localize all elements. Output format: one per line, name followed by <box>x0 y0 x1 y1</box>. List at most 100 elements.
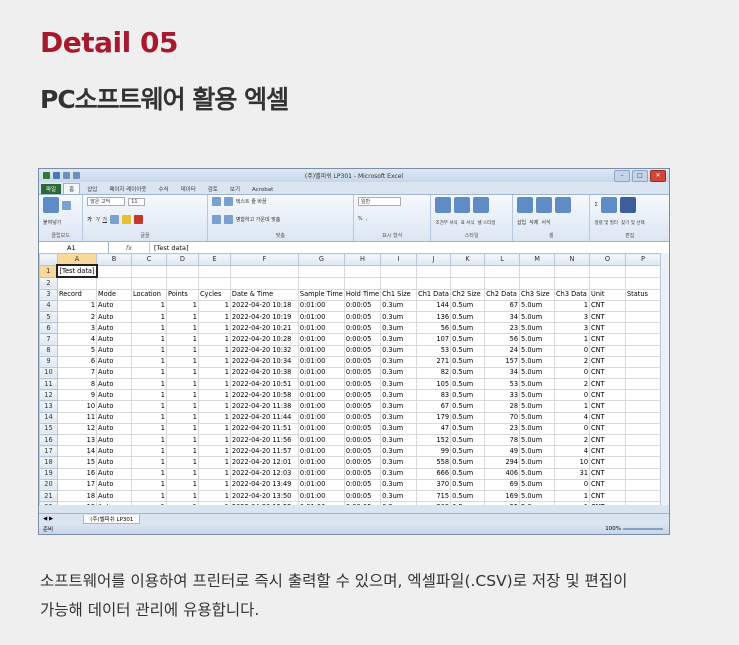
cell[interactable]: 2022-04-20 10:19 <box>229 310 299 324</box>
cell[interactable]: CNT <box>589 489 626 503</box>
cell[interactable]: 0.5um <box>450 411 486 424</box>
row-header[interactable]: 10 <box>39 366 58 380</box>
row-header[interactable]: 18 <box>39 456 58 469</box>
cell[interactable] <box>519 276 556 290</box>
cell[interactable] <box>624 422 661 436</box>
cell[interactable]: CNT <box>589 344 626 357</box>
cell[interactable]: 1 <box>131 433 167 447</box>
format-cell-icon[interactable] <box>554 197 571 213</box>
cell[interactable]: Hold Time <box>343 288 382 301</box>
cell[interactable]: 0.5um <box>450 445 486 458</box>
cell[interactable] <box>589 276 626 290</box>
cell[interactable]: 5.0um <box>519 355 556 368</box>
cell[interactable]: 1 <box>197 467 231 480</box>
cell[interactable]: 0:01:00 <box>297 422 345 436</box>
cell[interactable] <box>131 264 167 278</box>
cell[interactable] <box>624 322 661 335</box>
cell[interactable]: 2022-04-20 10:21 <box>229 322 299 335</box>
cell[interactable]: 0.5um <box>450 467 486 480</box>
italic-button[interactable]: 가 <box>95 216 100 223</box>
cell[interactable]: 294 <box>484 456 521 469</box>
cell[interactable]: 169 <box>484 489 521 503</box>
row-header[interactable]: 19 <box>39 467 58 480</box>
cell[interactable] <box>624 433 661 447</box>
cell[interactable]: 406 <box>484 467 521 480</box>
cell[interactable]: 1 <box>197 433 231 447</box>
row-header[interactable]: 17 <box>39 445 58 458</box>
cell[interactable]: 9 <box>56 389 98 402</box>
cell[interactable]: 2022-04-20 10:18 <box>229 299 299 312</box>
sort-filter-icon[interactable] <box>600 197 617 213</box>
font-name-select[interactable]: 맑은 고딕 <box>87 197 126 206</box>
row-header[interactable]: 16 <box>39 433 58 447</box>
wrap-text-button[interactable]: 텍스트 줄 바꿈 <box>236 198 267 205</box>
cell[interactable]: 53 <box>416 344 452 357</box>
cell[interactable]: 105 <box>416 378 452 391</box>
cell[interactable]: Auto <box>96 433 132 447</box>
cell[interactable]: Auto <box>96 378 132 391</box>
cell[interactable]: CNT <box>589 478 626 491</box>
cell[interactable]: 1 <box>165 501 199 505</box>
cell[interactable]: 28 <box>484 400 521 413</box>
align-top-icon[interactable] <box>211 197 221 206</box>
cell[interactable]: Ch1 Data <box>416 288 452 301</box>
cell[interactable]: CNT <box>589 411 626 424</box>
cell[interactable] <box>624 501 661 505</box>
cell[interactable]: 0:01:00 <box>297 366 345 380</box>
cell[interactable]: CNT <box>589 467 626 480</box>
cell[interactable]: 0:00:05 <box>343 400 382 413</box>
vertical-scrollbar[interactable] <box>660 253 669 505</box>
column-header[interactable]: M <box>519 253 556 266</box>
cell[interactable]: 0:01:00 <box>297 456 345 469</box>
cell[interactable]: 136 <box>416 310 452 324</box>
cell[interactable]: 18 <box>56 489 98 503</box>
cell[interactable]: 1 <box>197 366 231 380</box>
cell[interactable]: 0.3um <box>380 489 418 503</box>
column-header[interactable]: K <box>450 253 486 266</box>
cell[interactable]: 14 <box>56 445 98 458</box>
cell[interactable]: 1 <box>197 389 231 402</box>
cell[interactable]: Auto <box>96 501 132 505</box>
font-size-select[interactable]: 11 <box>128 197 145 206</box>
cell[interactable]: CNT <box>589 333 626 346</box>
cell[interactable]: 1 <box>165 422 199 436</box>
cell[interactable]: Auto <box>96 456 132 469</box>
tab-view[interactable]: 보기 <box>225 184 245 194</box>
cell[interactable]: 2 <box>554 355 591 368</box>
cell[interactable]: 0.5um <box>450 355 486 368</box>
align-left-icon[interactable] <box>211 214 221 224</box>
cell[interactable]: 2022-04-20 10:34 <box>229 355 299 368</box>
cell[interactable]: 0.5um <box>450 366 486 380</box>
cell[interactable]: Unit <box>589 288 626 301</box>
cell[interactable]: 0 <box>554 344 591 357</box>
row-header[interactable]: 12 <box>39 389 58 402</box>
cell[interactable]: 1 <box>56 299 98 312</box>
row-header[interactable]: 6 <box>39 322 58 335</box>
cell[interactable]: 0:00:05 <box>343 344 382 357</box>
autosum-icon[interactable]: Σ <box>594 202 597 208</box>
cell[interactable]: 1 <box>197 445 231 458</box>
cell[interactable]: 82 <box>416 366 452 380</box>
cell[interactable]: 179 <box>416 411 452 424</box>
cell[interactable] <box>131 276 167 290</box>
comma-button[interactable]: , <box>366 216 368 222</box>
cell[interactable]: 2022-04-20 11:51 <box>229 422 299 436</box>
cell[interactable]: 0.3um <box>380 310 418 324</box>
cell[interactable]: 47 <box>416 422 452 436</box>
cell[interactable]: 0.3um <box>380 478 418 491</box>
cell[interactable]: Auto <box>96 299 132 312</box>
cell[interactable]: 0:01:00 <box>297 310 345 324</box>
cell[interactable]: 1 <box>131 422 167 436</box>
cell[interactable]: 0.5um <box>450 456 486 469</box>
cell[interactable]: 0.3um <box>380 456 418 469</box>
cell[interactable]: 5.0um <box>519 400 556 413</box>
cell[interactable]: 34 <box>484 310 521 324</box>
cell[interactable]: 15 <box>56 456 98 469</box>
cell[interactable]: 1 <box>131 389 167 402</box>
column-header[interactable]: F <box>229 253 299 266</box>
cell[interactable]: Auto <box>96 355 132 368</box>
cell[interactable]: 0.3um <box>380 433 418 447</box>
cell[interactable] <box>450 276 486 290</box>
cell[interactable]: 56 <box>416 322 452 335</box>
cell[interactable]: 0:01:00 <box>297 411 345 424</box>
